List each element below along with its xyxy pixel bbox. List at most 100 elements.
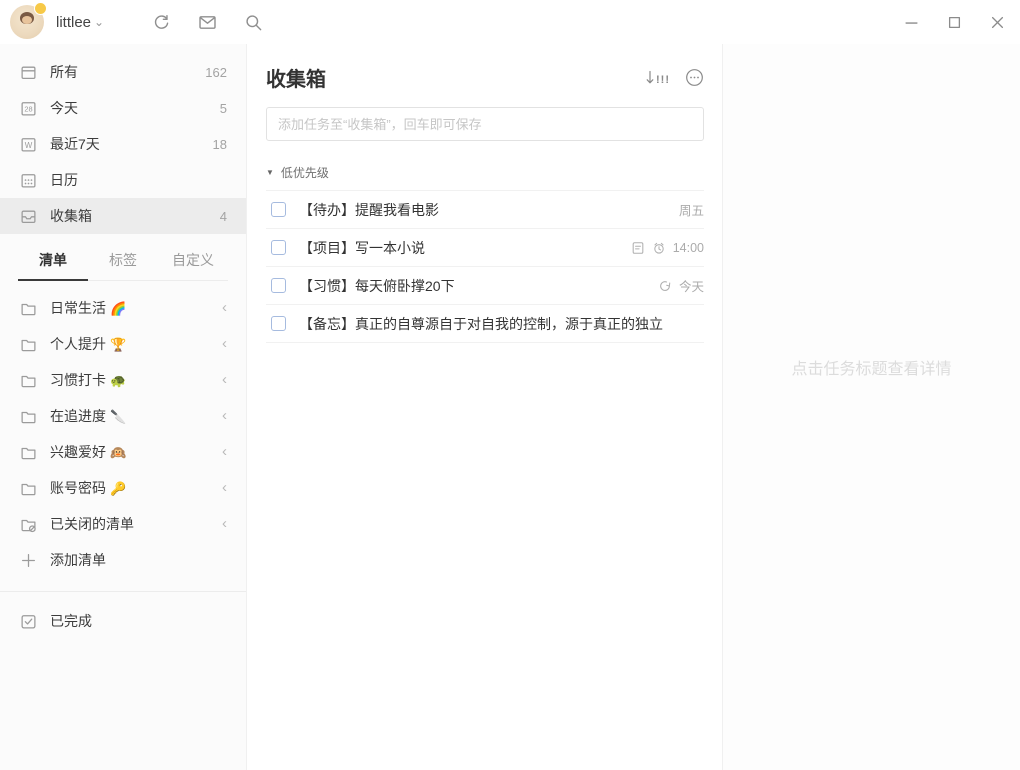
folder-item-self-improvement[interactable]: 个人提升 🏆 ‹ [0, 326, 246, 362]
sidebar-item-completed[interactable]: 已完成 [0, 603, 246, 639]
sidebar-item-label: 最近7天 [50, 136, 100, 152]
alarm-clock-icon [653, 242, 664, 254]
username: littlee [56, 13, 92, 31]
task-checkbox[interactable] [271, 202, 286, 217]
add-task-input[interactable] [266, 107, 704, 141]
sort-by-priority-button[interactable]: !!! [646, 70, 670, 86]
titlebar-actions [152, 13, 263, 32]
sidebar-item-calendar[interactable]: 日历 [0, 162, 246, 198]
sidebar-item-label: 日历 [50, 172, 78, 188]
task-row: 【项目】写一本小说 14:00 [266, 229, 704, 267]
folder-icon [21, 411, 36, 423]
svg-text:W: W [25, 140, 33, 149]
folder-label: 习惯打卡 [50, 372, 106, 388]
avatar-face [22, 16, 32, 24]
collapse-chevron-icon[interactable]: ‹ [222, 444, 227, 459]
sidebar-item-all[interactable]: 所有 162 [0, 54, 246, 90]
task-title[interactable]: 【项目】写一本小说 [299, 238, 425, 258]
item-count: 162 [205, 64, 227, 80]
task-date: 今天 [678, 280, 704, 294]
task-title[interactable]: 【习惯】每天俯卧撑20下 [299, 276, 455, 296]
mail-icon[interactable] [198, 13, 217, 32]
completed-label: 已完成 [50, 613, 92, 629]
folder-emoji: 🏆 [110, 337, 127, 352]
repeat-icon [660, 280, 671, 291]
folder-label: 兴趣爱好 [50, 444, 106, 460]
folder-item-hobbies[interactable]: 兴趣爱好 🙉 ‹ [0, 434, 246, 470]
folder-icon [21, 447, 36, 459]
folder-label: 个人提升 [50, 336, 106, 352]
page-title: 收集箱 [266, 69, 326, 91]
folder-item-closed-lists[interactable]: 已关闭的清单 ‹ [0, 506, 246, 542]
tab-lists[interactable]: 清单 [18, 250, 88, 281]
folder-icon [21, 375, 36, 387]
tab-custom[interactable]: 自定义 [158, 250, 228, 280]
today-calendar-icon: 28 [21, 101, 36, 116]
folder-emoji: 🙉 [110, 445, 127, 460]
content-area: 所有 162 28 今天 5 W 最近7天 18 日历 收集箱 4 清单 标签 … [0, 44, 1020, 770]
sidebar-item-label: 今天 [50, 100, 78, 116]
list-header: 收集箱 !!! [266, 63, 704, 92]
folder-label: 在追进度 [50, 408, 106, 424]
folder-item-habit-checkin[interactable]: 习惯打卡 🐢 ‹ [0, 362, 246, 398]
folder-list: 日常生活 🌈 ‹ 个人提升 🏆 ‹ 习惯打卡 🐢 ‹ 在追进度 🔪 ‹ 兴趣爱好… [0, 290, 246, 578]
window-controls [905, 16, 1020, 29]
task-list-panel: 收集箱 !!! 添加任务至“收集箱”，回车即可保存 ▼ 低优先级 【待办】提醒我… [247, 44, 722, 770]
close-button[interactable] [991, 16, 1004, 29]
priority-marks: !!! [656, 73, 670, 86]
folder-item-passwords[interactable]: 账号密码 🔑 ‹ [0, 470, 246, 506]
priority-group-header[interactable]: ▼ 低优先级 [266, 164, 704, 181]
group-label: 低优先级 [280, 166, 329, 180]
chevron-down-icon: ⌄ [94, 15, 105, 29]
week-calendar-icon: W [21, 137, 36, 152]
folder-emoji: 🐢 [110, 373, 127, 388]
task-title[interactable]: 【待办】提醒我看电影 [299, 200, 439, 220]
folder-emoji: 🌈 [110, 301, 127, 316]
sidebar-item-inbox[interactable]: 收集箱 4 [0, 198, 246, 234]
plus-icon [22, 553, 35, 567]
minimize-button[interactable] [905, 16, 918, 29]
svg-text:28: 28 [24, 104, 32, 113]
user-avatar[interactable] [10, 2, 47, 39]
titlebar: littlee ⌄ [0, 0, 1020, 44]
task-checkbox[interactable] [271, 316, 286, 331]
collapse-chevron-icon[interactable]: ‹ [222, 516, 227, 531]
maximize-button[interactable] [948, 16, 961, 29]
folder-label: 账号密码 [50, 480, 106, 496]
collapse-chevron-icon[interactable]: ‹ [222, 336, 227, 351]
note-icon [632, 241, 644, 254]
task-date: 周五 [678, 204, 704, 218]
pro-badge-icon [34, 2, 47, 15]
folder-icon [21, 483, 36, 495]
sidebar-item-label: 收集箱 [50, 208, 92, 224]
folder-item-watching-progress[interactable]: 在追进度 🔪 ‹ [0, 398, 246, 434]
app-window: littlee ⌄ 所有 162 28 今天 5 W 最近7天 18 日历 收集… [0, 0, 1020, 770]
account-menu[interactable]: littlee ⌄ [56, 14, 104, 31]
task-detail-panel: 点击任务标题查看详情 [722, 44, 1020, 770]
task-title[interactable]: 【备忘】真正的自尊源自于对自我的控制，源于真正的独立 [299, 314, 663, 334]
task-checkbox[interactable] [271, 240, 286, 255]
sidebar: 所有 162 28 今天 5 W 最近7天 18 日历 收集箱 4 清单 标签 … [0, 44, 247, 770]
task-meta: 14:00 [621, 241, 704, 255]
sidebar-item-next7days[interactable]: W 最近7天 18 [0, 126, 246, 162]
all-tasks-icon [21, 66, 36, 79]
collapse-chevron-icon[interactable]: ‹ [222, 480, 227, 495]
sync-icon[interactable] [152, 13, 171, 32]
item-count: 5 [219, 100, 227, 116]
task-checkbox[interactable] [271, 278, 286, 293]
folder-icon [21, 339, 36, 351]
sidebar-item-today[interactable]: 28 今天 5 [0, 90, 246, 126]
folder-emoji: 🔪 [110, 409, 127, 424]
collapse-chevron-icon[interactable]: ‹ [222, 372, 227, 387]
collapse-chevron-icon[interactable]: ‹ [222, 300, 227, 315]
task-meta: 周五 [669, 200, 704, 219]
more-options-button[interactable] [685, 68, 704, 87]
tab-tags[interactable]: 标签 [88, 250, 158, 280]
inbox-icon [21, 210, 36, 223]
add-list-button[interactable]: 添加清单 [0, 542, 246, 578]
sidebar-divider [0, 591, 246, 592]
add-list-label: 添加清单 [50, 552, 106, 568]
collapse-chevron-icon[interactable]: ‹ [222, 408, 227, 423]
folder-item-daily-life[interactable]: 日常生活 🌈 ‹ [0, 290, 246, 326]
search-icon[interactable] [244, 13, 263, 32]
